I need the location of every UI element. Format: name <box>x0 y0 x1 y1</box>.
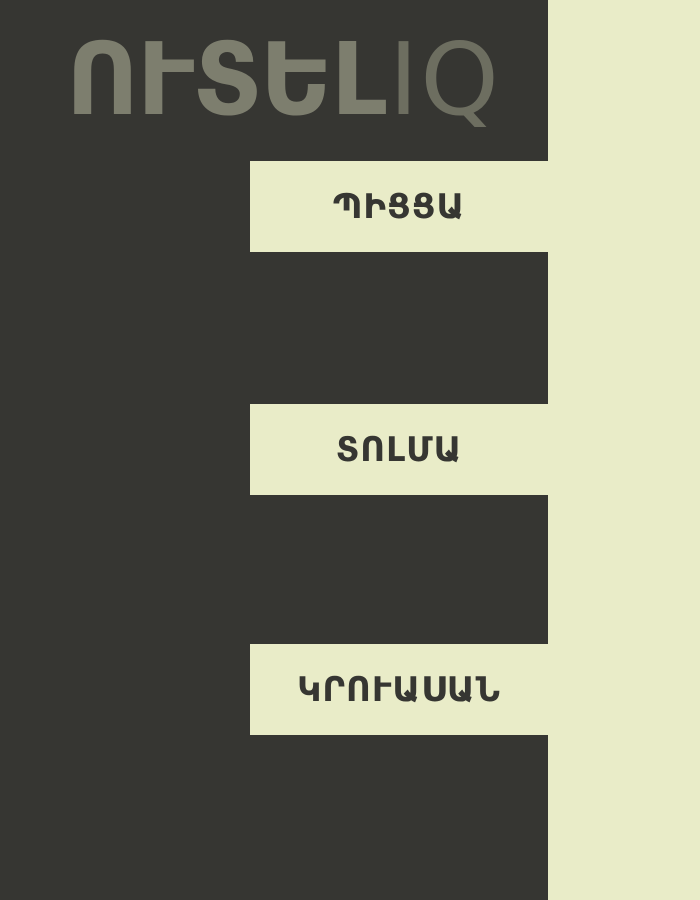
logo-suffix: IQ <box>388 21 501 138</box>
menu-item-croissant[interactable]: ԿՐՈՒԱՍԱՆ <box>250 644 548 735</box>
menu-item-pizza[interactable]: ՊԻՑՑԱ <box>250 161 548 252</box>
logo-wordmark: ՈՒՏԵԼ <box>66 21 387 138</box>
menu-item-label: ՏՈԼՄԱ <box>335 429 463 470</box>
brand-logo: ՈՒՏԵԼ IQ <box>66 20 501 140</box>
light-side-strip <box>548 0 700 900</box>
menu-item-label: ՊԻՑՑԱ <box>332 186 466 227</box>
menu-item-tolma[interactable]: ՏՈԼՄԱ <box>250 404 548 495</box>
menu-item-label: ԿՐՈՒԱՍԱՆ <box>297 669 501 710</box>
